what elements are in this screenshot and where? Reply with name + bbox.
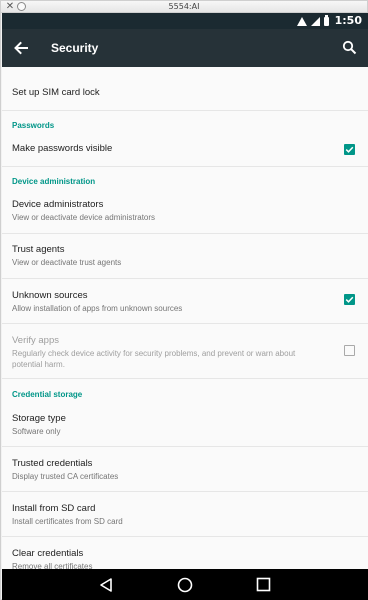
setting-subtitle: View or deactivate device administrators <box>12 213 156 222</box>
setting-title: Clear credentials <box>12 548 84 559</box>
signal-icon <box>310 16 320 26</box>
search-icon <box>342 40 357 55</box>
section-header-credential-storage: Credential storage <box>12 390 83 399</box>
verify-apps-checkbox[interactable] <box>344 345 355 356</box>
setting-title: Trust agents <box>12 244 65 255</box>
emulator-window: ✕ 5554:AI 1:50 Security Set up SIM card … <box>0 0 368 600</box>
nav-home-button[interactable] <box>177 577 193 593</box>
setting-title: Make passwords visible <box>12 143 113 154</box>
section-header-passwords: Passwords <box>12 121 55 130</box>
wifi-icon <box>296 16 307 26</box>
setting-trust-agents[interactable]: Trust agents View or deactivate trust ag… <box>2 234 368 279</box>
checkmark-icon <box>345 146 354 153</box>
setting-title: Unknown sources <box>12 290 88 301</box>
setting-title: Install from SD card <box>12 503 96 514</box>
setting-verify-apps[interactable]: Verify apps Regularly check device activ… <box>2 324 368 379</box>
setting-unknown-sources[interactable]: Unknown sources Allow installation of ap… <box>2 279 368 324</box>
circle-home-icon <box>177 577 193 593</box>
setting-install-from-sd[interactable]: Install from SD card Install certificate… <box>2 492 368 537</box>
status-time: 1:50 <box>334 14 362 27</box>
navigation-bar <box>2 569 368 600</box>
setting-subtitle: Install certificates from SD card <box>12 517 123 526</box>
search-button[interactable] <box>341 39 359 57</box>
nav-back-button[interactable] <box>98 577 114 593</box>
status-bar: 1:50 <box>2 13 368 29</box>
setting-subtitle-line-1: Regularly check device activity for secu… <box>12 349 296 358</box>
window-title: 5554:AI <box>168 2 200 11</box>
nav-recents-button[interactable] <box>256 577 271 592</box>
status-icons: 1:50 <box>296 13 362 29</box>
setting-title: Set up SIM card lock <box>12 87 100 98</box>
setting-subtitle: Allow installation of apps from unknown … <box>12 304 183 313</box>
arrow-left-icon <box>14 41 28 55</box>
triangle-back-icon <box>100 578 112 592</box>
setting-title: Storage type <box>12 413 66 424</box>
unknown-sources-checkbox[interactable] <box>344 294 355 305</box>
square-recents-icon <box>256 577 271 592</box>
section-header-device-administration: Device administration <box>12 177 96 186</box>
setting-title: Verify apps <box>12 335 59 346</box>
setting-subtitle: Display trusted CA certificates <box>12 472 119 481</box>
setting-storage-type[interactable]: Storage type Software only <box>2 401 368 447</box>
setting-title: Device administrators <box>12 199 104 210</box>
setting-title: Trusted credentials <box>12 458 93 469</box>
setting-trusted-credentials[interactable]: Trusted credentials Display trusted CA c… <box>2 447 368 492</box>
setting-device-administrators[interactable]: Device administrators View or deactivate… <box>2 188 368 234</box>
setting-subtitle: Software only <box>12 427 61 436</box>
setting-sim-lock[interactable]: Set up SIM card lock <box>2 67 368 111</box>
checkmark-icon <box>345 296 354 303</box>
back-button[interactable] <box>11 38 31 58</box>
device-screen: 1:50 Security Set up SIM card lock Passw… <box>2 13 368 600</box>
battery-icon <box>323 14 329 26</box>
window-titlebar: ✕ 5554:AI <box>1 1 367 13</box>
page-title: Security <box>51 41 99 55</box>
app-bar: Security <box>2 29 368 67</box>
setting-subtitle-line-2: potential harm. <box>12 360 65 369</box>
settings-list: Set up SIM card lock Passwords Make pass… <box>2 67 368 579</box>
passwords-visible-checkbox[interactable] <box>344 144 355 155</box>
setting-subtitle: View or deactivate trust agents <box>12 258 122 267</box>
setting-passwords-visible[interactable]: Make passwords visible <box>2 133 368 167</box>
